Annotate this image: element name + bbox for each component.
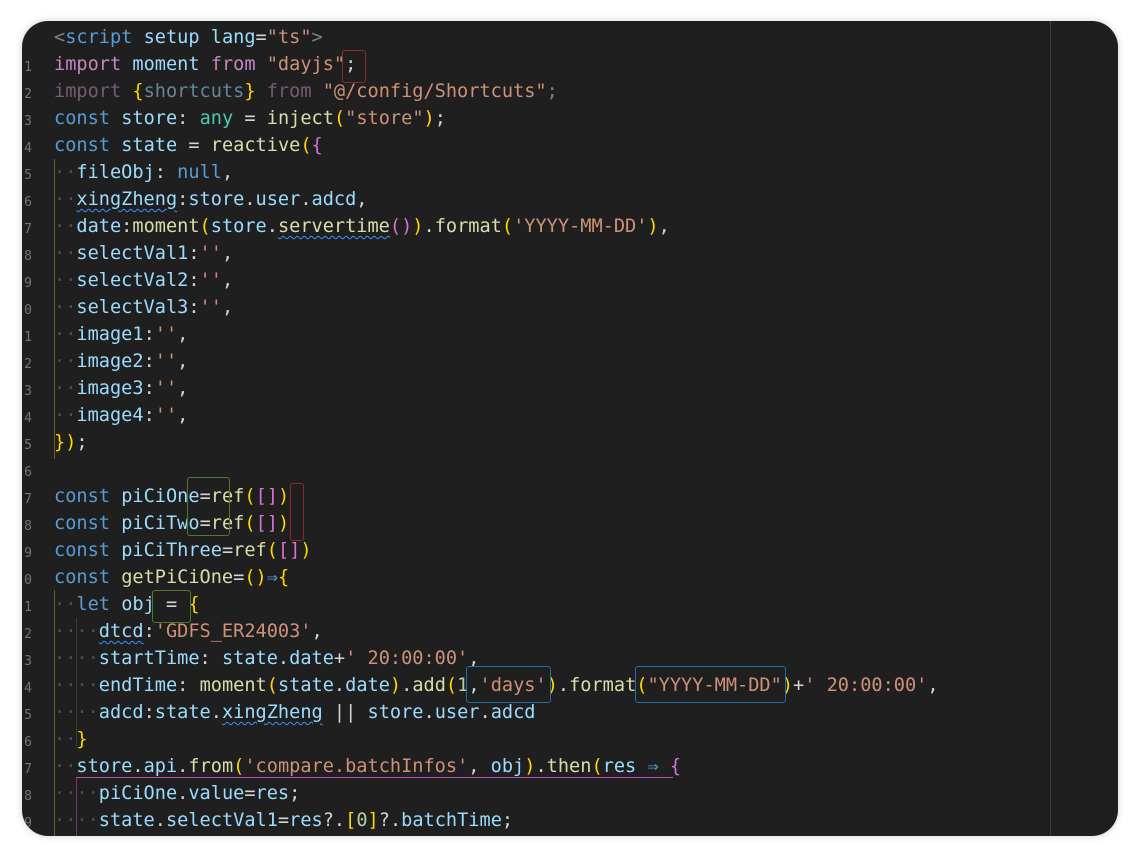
code-line[interactable]: ··date:moment(store.servertime()).format… bbox=[54, 213, 1118, 240]
line-number: 5 bbox=[24, 438, 32, 453]
line-number: 6 bbox=[24, 465, 32, 480]
code-line[interactable]: }); bbox=[54, 429, 1118, 456]
annotation-box bbox=[635, 666, 786, 703]
code-line[interactable]: ··selectVal1:'', bbox=[54, 240, 1118, 267]
code-line[interactable]: ····adcd:state.xingZheng || store.user.a… bbox=[54, 699, 1118, 726]
code-line[interactable]: ····endTime: moment(state.date).add(1,'d… bbox=[54, 672, 1118, 699]
code-line[interactable]: ··selectVal3:'', bbox=[54, 294, 1118, 321]
code-line[interactable]: ··xingZheng:store.user.adcd, bbox=[54, 186, 1118, 213]
code-line[interactable]: const store: any = inject("store"); bbox=[54, 105, 1118, 132]
line-number: 2 bbox=[24, 627, 32, 642]
code-line[interactable]: ··fileObj: null, bbox=[54, 159, 1118, 186]
line-number: 0 bbox=[24, 303, 32, 318]
line-number: 2 bbox=[24, 357, 32, 372]
line-number: 9 bbox=[24, 546, 32, 561]
code-editor-window: 1234567890123456789012345678901 <script … bbox=[22, 21, 1118, 836]
line-number: 6 bbox=[24, 195, 32, 210]
code-line[interactable]: ··let obj = { bbox=[54, 591, 1118, 618]
line-number: 2 bbox=[24, 87, 32, 102]
line-number: 7 bbox=[24, 492, 32, 507]
line-number: 1 bbox=[24, 60, 32, 75]
code-line[interactable]: ··} bbox=[54, 726, 1118, 753]
code-line[interactable]: ··store.api.from('compare.batchInfos', o… bbox=[54, 753, 1118, 780]
code-line[interactable]: const piCiThree=ref([]) bbox=[54, 537, 1118, 564]
line-number: 4 bbox=[24, 681, 32, 696]
line-number: 4 bbox=[24, 411, 32, 426]
line-number: 6 bbox=[24, 735, 32, 750]
code-line[interactable]: ··selectVal2:'', bbox=[54, 267, 1118, 294]
line-number: 0 bbox=[24, 573, 32, 588]
line-number: 5 bbox=[24, 168, 32, 183]
code-line[interactable]: ··image2:'', bbox=[54, 348, 1118, 375]
code-line[interactable]: ····dtcd:'GDFS_ER24003', bbox=[54, 618, 1118, 645]
line-number: 8 bbox=[24, 789, 32, 804]
code-line[interactable]: import {shortcuts} from "@/config/Shortc… bbox=[54, 78, 1118, 105]
code-line[interactable]: ····piCiOne.value=res; bbox=[54, 780, 1118, 807]
code-line[interactable]: const state = reactive({ bbox=[54, 132, 1118, 159]
line-number: 3 bbox=[24, 654, 32, 669]
line-number: 1 bbox=[24, 600, 32, 615]
annotation-box bbox=[342, 50, 366, 83]
code-line[interactable]: import moment from "dayjs"; bbox=[54, 51, 1118, 78]
line-number: 5 bbox=[24, 708, 32, 723]
code-area[interactable]: <script setup lang="ts"> import moment fr… bbox=[54, 24, 1118, 834]
line-number: 7 bbox=[24, 222, 32, 237]
line-number: 8 bbox=[24, 249, 32, 264]
line-number: 9 bbox=[24, 276, 32, 291]
annotation-box bbox=[187, 477, 230, 536]
line-number: 4 bbox=[24, 141, 32, 156]
bracket-highlight bbox=[76, 777, 673, 778]
code-line[interactable]: ··image4:'', bbox=[54, 402, 1118, 429]
line-number-gutter: 1234567890123456789012345678901 bbox=[22, 21, 36, 836]
code-line[interactable]: const getPiCiOne=()⇒{ bbox=[54, 564, 1118, 591]
code-line[interactable]: ··image3:'', bbox=[54, 375, 1118, 402]
line-number: 3 bbox=[24, 384, 32, 399]
annotation-box bbox=[152, 590, 191, 623]
line-number: 7 bbox=[24, 762, 32, 777]
annotation-box bbox=[290, 483, 304, 541]
code-line[interactable]: ····state.selectVal1=res?.[0]?.batchTime… bbox=[54, 807, 1118, 834]
annotation-box bbox=[466, 666, 551, 703]
line-number: 1 bbox=[24, 330, 32, 345]
line-number: 3 bbox=[24, 114, 32, 129]
line-number: 8 bbox=[24, 519, 32, 534]
code-line[interactable]: ····startTime: state.date+' 20:00:00', bbox=[54, 645, 1118, 672]
line-number: 9 bbox=[24, 816, 32, 831]
code-line[interactable]: ··image1:'', bbox=[54, 321, 1118, 348]
code-line[interactable]: <script setup lang="ts"> bbox=[54, 24, 1118, 51]
